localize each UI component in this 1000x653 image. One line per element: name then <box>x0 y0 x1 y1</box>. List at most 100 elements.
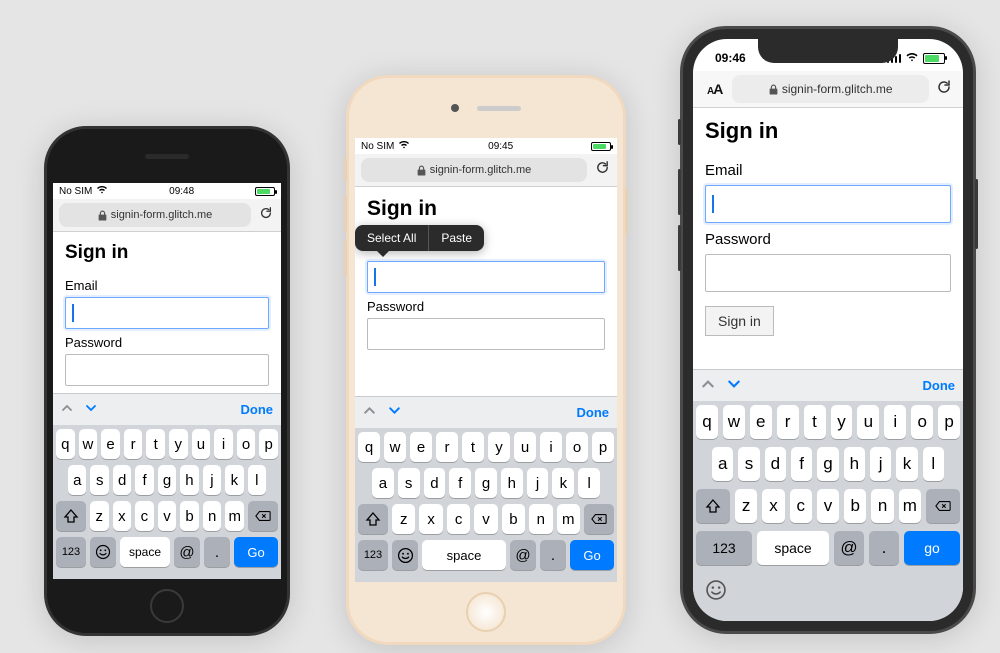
numbers-key[interactable]: 123 <box>56 537 86 567</box>
key-t[interactable]: t <box>804 405 826 439</box>
key-i[interactable]: i <box>884 405 906 439</box>
numbers-key[interactable]: 123 <box>358 540 388 570</box>
emoji-key[interactable] <box>705 579 727 607</box>
key-j[interactable]: j <box>870 447 891 481</box>
key-a[interactable]: a <box>712 447 733 481</box>
key-l[interactable]: l <box>578 468 600 498</box>
key-k[interactable]: k <box>896 447 917 481</box>
shift-key[interactable] <box>696 489 730 523</box>
key-h[interactable]: h <box>180 465 198 495</box>
backspace-key[interactable] <box>926 489 960 523</box>
email-field[interactable] <box>367 261 605 293</box>
key-g[interactable]: g <box>817 447 838 481</box>
key-v[interactable]: v <box>158 501 177 531</box>
key-m[interactable]: m <box>899 489 921 523</box>
keyboard-done-button[interactable]: Done <box>923 378 956 393</box>
key-c[interactable]: c <box>135 501 154 531</box>
text-size-button[interactable]: AA <box>703 81 726 97</box>
key-k[interactable]: k <box>552 468 574 498</box>
key-x[interactable]: x <box>762 489 784 523</box>
key-h[interactable]: h <box>501 468 523 498</box>
emoji-key[interactable] <box>90 537 116 567</box>
reload-button[interactable] <box>593 160 611 180</box>
key-i[interactable]: i <box>540 432 562 462</box>
password-field[interactable] <box>367 318 605 350</box>
key-j[interactable]: j <box>527 468 549 498</box>
key-r[interactable]: r <box>124 429 143 459</box>
key-a[interactable]: a <box>68 465 86 495</box>
key-g[interactable]: g <box>158 465 176 495</box>
home-button[interactable] <box>466 592 506 632</box>
key-d[interactable]: d <box>424 468 446 498</box>
key-j[interactable]: j <box>203 465 221 495</box>
key-s[interactable]: s <box>738 447 759 481</box>
email-field[interactable] <box>705 185 951 223</box>
key-b[interactable]: b <box>502 504 525 534</box>
key-w[interactable]: w <box>384 432 406 462</box>
numbers-key[interactable]: 123 <box>696 531 752 565</box>
prev-field-button[interactable] <box>363 404 376 421</box>
reload-button[interactable] <box>935 79 953 100</box>
key-v[interactable]: v <box>817 489 839 523</box>
reload-button[interactable] <box>257 206 275 225</box>
go-key[interactable]: Go <box>234 537 278 567</box>
key-w[interactable]: w <box>723 405 745 439</box>
key-i[interactable]: i <box>214 429 233 459</box>
next-field-button[interactable] <box>85 401 97 418</box>
shift-key[interactable] <box>56 501 86 531</box>
key-h[interactable]: h <box>844 447 865 481</box>
dot-key[interactable]: . <box>540 540 566 570</box>
signin-button[interactable]: Sign in <box>705 306 774 336</box>
at-key[interactable]: @ <box>510 540 536 570</box>
key-r[interactable]: r <box>777 405 799 439</box>
keyboard-done-button[interactable]: Done <box>241 402 274 417</box>
go-key[interactable]: go <box>904 531 960 565</box>
key-p[interactable]: p <box>938 405 960 439</box>
key-f[interactable]: f <box>449 468 471 498</box>
key-q[interactable]: q <box>56 429 75 459</box>
key-b[interactable]: b <box>180 501 199 531</box>
key-u[interactable]: u <box>514 432 536 462</box>
key-g[interactable]: g <box>475 468 497 498</box>
key-b[interactable]: b <box>844 489 866 523</box>
key-o[interactable]: o <box>237 429 256 459</box>
key-y[interactable]: y <box>831 405 853 439</box>
key-n[interactable]: n <box>203 501 222 531</box>
key-p[interactable]: p <box>592 432 614 462</box>
next-field-button[interactable] <box>727 377 741 395</box>
key-t[interactable]: t <box>462 432 484 462</box>
key-u[interactable]: u <box>192 429 211 459</box>
key-o[interactable]: o <box>566 432 588 462</box>
key-f[interactable]: f <box>135 465 153 495</box>
key-n[interactable]: n <box>871 489 893 523</box>
key-l[interactable]: l <box>923 447 944 481</box>
key-v[interactable]: v <box>474 504 497 534</box>
key-s[interactable]: s <box>90 465 108 495</box>
key-r[interactable]: r <box>436 432 458 462</box>
go-key[interactable]: Go <box>570 540 614 570</box>
key-m[interactable]: m <box>225 501 244 531</box>
key-u[interactable]: u <box>857 405 879 439</box>
dot-key[interactable]: . <box>869 531 899 565</box>
key-m[interactable]: m <box>557 504 580 534</box>
backspace-key[interactable] <box>248 501 278 531</box>
password-field[interactable] <box>65 354 269 386</box>
key-z[interactable]: z <box>735 489 757 523</box>
key-d[interactable]: d <box>113 465 131 495</box>
at-key[interactable]: @ <box>834 531 864 565</box>
key-f[interactable]: f <box>791 447 812 481</box>
key-q[interactable]: q <box>358 432 380 462</box>
password-field[interactable] <box>705 254 951 292</box>
key-w[interactable]: w <box>79 429 98 459</box>
key-z[interactable]: z <box>90 501 109 531</box>
prev-field-button[interactable] <box>61 401 73 418</box>
key-n[interactable]: n <box>529 504 552 534</box>
emoji-key[interactable] <box>392 540 418 570</box>
at-key[interactable]: @ <box>174 537 200 567</box>
url-field[interactable]: signin-form.glitch.me <box>361 158 587 182</box>
key-c[interactable]: c <box>447 504 470 534</box>
key-e[interactable]: e <box>101 429 120 459</box>
space-key[interactable]: space <box>120 537 170 567</box>
backspace-key[interactable] <box>584 504 614 534</box>
url-field[interactable]: signin-form.glitch.me <box>59 203 251 227</box>
